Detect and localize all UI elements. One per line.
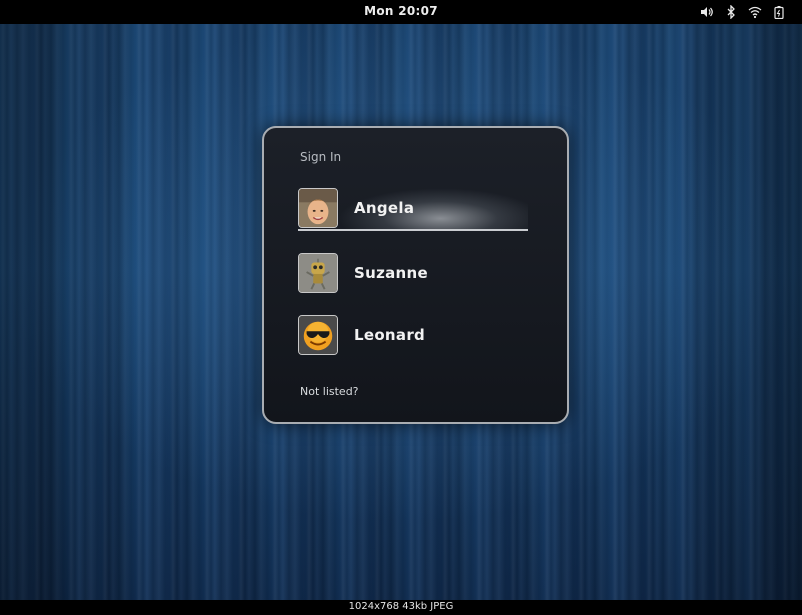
battery-icon[interactable]: [772, 5, 786, 19]
user-name: Leonard: [354, 326, 426, 344]
user-item-leonard[interactable]: Leonard: [298, 313, 528, 357]
top-bar: Mon 20:07: [0, 0, 802, 24]
smiley-sunglasses-avatar: [298, 315, 338, 355]
robot-avatar: [298, 253, 338, 293]
user-item-suzanne[interactable]: Suzanne: [298, 251, 528, 295]
clock[interactable]: Mon 20:07: [0, 4, 802, 18]
photo-avatar: [298, 188, 338, 228]
login-dialog: Sign In Angela Suzanne Leonard Not liste…: [262, 126, 569, 424]
wifi-icon[interactable]: [748, 5, 762, 19]
user-name: Suzanne: [354, 264, 428, 282]
user-item-angela[interactable]: Angela: [298, 187, 528, 231]
dialog-title: Sign In: [300, 150, 342, 164]
image-info-caption: 1024x768 43kb JPEG: [348, 601, 454, 612]
user-name: Angela: [354, 199, 415, 217]
bluetooth-icon[interactable]: [724, 5, 738, 19]
login-screen: Mon 20:07 Sign In Angela Suzanne Leonard…: [0, 0, 802, 600]
status-area[interactable]: [700, 5, 786, 19]
not-listed-link[interactable]: Not listed?: [300, 385, 359, 398]
image-viewer: Mon 20:07 Sign In Angela Suzanne Leonard…: [0, 0, 802, 615]
volume-icon[interactable]: [700, 5, 714, 19]
